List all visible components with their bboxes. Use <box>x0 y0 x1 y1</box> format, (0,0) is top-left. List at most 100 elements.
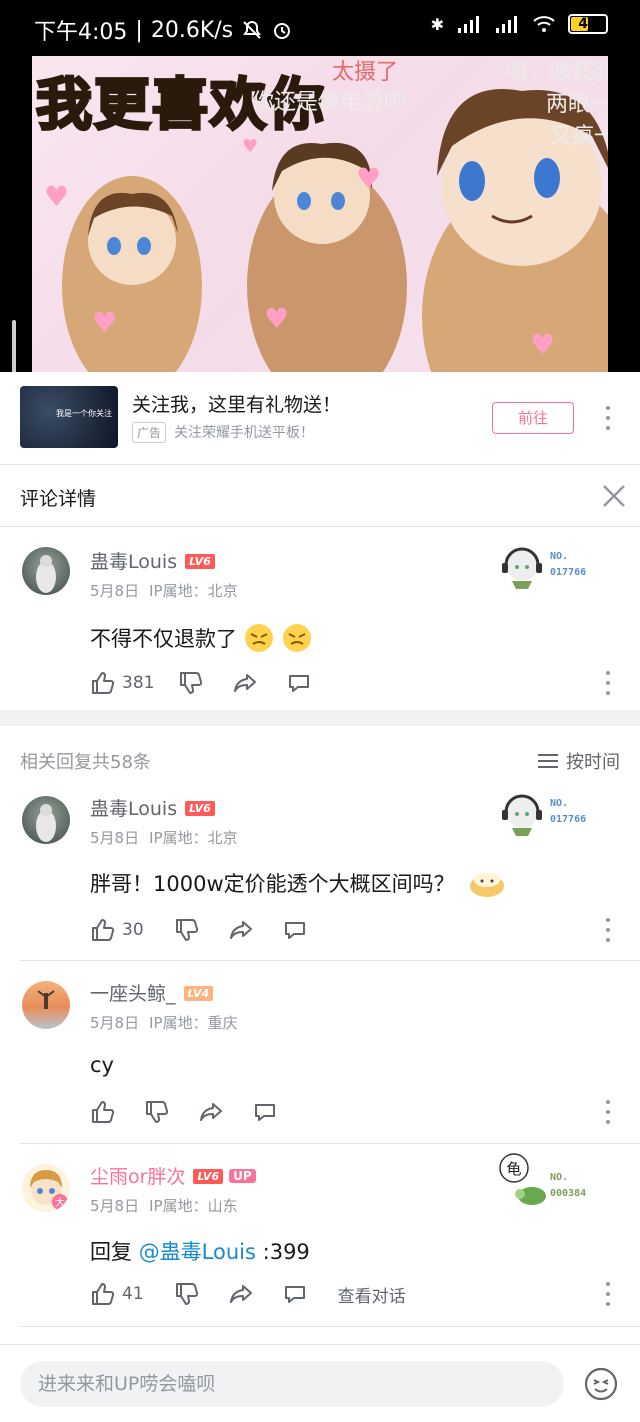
reply-button[interactable] <box>282 1281 308 1307</box>
thumbs-down-icon <box>146 1101 169 1123</box>
thumbs-down-icon <box>175 1283 198 1305</box>
main-comment: 蛊毒Louis LV6 5月8日 IP属地：北京 NO. 017766 不得不仅退款了… <box>0 527 640 710</box>
comment-input[interactable]: 进来来和UP唠会嗑呗 <box>20 1361 564 1407</box>
avatar[interactable] <box>22 796 70 844</box>
comment-meta: 5月8日 IP属地：北京 <box>90 827 238 848</box>
level-badge: LV4 <box>183 986 214 1001</box>
share-button[interactable] <box>198 1099 224 1125</box>
username[interactable]: 尘雨or胖次 LV6 UP <box>90 1162 256 1189</box>
heart-icon: ♥ <box>356 162 382 195</box>
video-player[interactable]: ♥ ♥ ♥ ♥ ♥ ♥ 我更喜欢你 太摄了 你还是做电源吧 噫，咳死我大 两眼一… <box>0 56 640 372</box>
danmaku: 你还是做电源吧 <box>252 90 407 115</box>
comment-more-icon[interactable] <box>603 918 613 942</box>
comment-content: 不得不仅退款了 <box>90 622 313 654</box>
avatar[interactable]: 大 <box>22 1164 70 1212</box>
svg-text:龟: 龟 <box>506 1160 521 1178</box>
thumbs-down-icon <box>175 919 198 941</box>
comment-meta: 5月8日 IP属地：山东 <box>90 1195 238 1216</box>
share-button[interactable] <box>232 670 258 696</box>
reply-button[interactable] <box>282 917 308 943</box>
battery-icon: 48 <box>568 14 608 34</box>
comment-more-icon[interactable] <box>603 1282 613 1306</box>
comment-meta: 5月8日 IP属地：北京 <box>90 580 238 601</box>
like-button[interactable]: 41 <box>90 1281 144 1307</box>
ad-go-button[interactable]: 前往 <box>492 402 574 434</box>
reply-item: 蛊毒Louis LV6 5月8日 IP属地：北京 NO. 017766 胖哥！1000… <box>0 776 640 960</box>
fan-badge[interactable]: 龟 NO. 000384 <box>498 1150 608 1205</box>
video-frame: ♥ ♥ ♥ ♥ ♥ ♥ 我更喜欢你 太摄了 你还是做电源吧 噫，咳死我大 两眼一… <box>32 56 608 372</box>
share-button[interactable] <box>228 1281 254 1307</box>
comment-bubble-icon <box>289 675 310 692</box>
sort-by-time-button[interactable]: 按时间 <box>538 748 620 774</box>
ip-location: IP属地：重庆 <box>149 1014 238 1032</box>
username[interactable]: 蛊毒Louis LV6 <box>90 547 215 574</box>
username[interactable]: 蛊毒Louis LV6 <box>90 794 215 821</box>
mention-link[interactable]: @蛊毒Louis <box>139 1240 256 1264</box>
status-left: 下午4:05 | 20.6K/s <box>34 14 293 46</box>
comment-input-bar: 进来来和UP唠会嗑呗 <box>0 1344 640 1422</box>
menu-lines-icon <box>538 754 558 768</box>
comment-detail-header: 评论详情 <box>0 466 640 526</box>
ad-thumbnail: 我是一个你关注 <box>20 386 118 448</box>
danmaku: 两眼一黑 <box>546 92 608 117</box>
share-icon <box>229 921 252 939</box>
ad-title: 关注我，这里有礼物送！ <box>132 394 342 416</box>
like-button[interactable]: 381 <box>90 670 154 696</box>
ip-location: IP属地：北京 <box>149 829 238 847</box>
ad-more-icon[interactable] <box>603 406 613 430</box>
ip-location: IP属地：北京 <box>149 582 238 600</box>
comment-date: 5月8日 <box>90 829 140 847</box>
thumbs-up-icon <box>92 672 115 694</box>
like-button[interactable]: 30 <box>90 917 144 943</box>
share-icon <box>234 674 257 692</box>
wifi-icon <box>533 16 555 32</box>
reply-item: 一座头鲸_ LV4 5月8日 IP属地：重庆 cy <box>0 961 640 1143</box>
comment-content: 回复 @蛊毒Louis :399 <box>90 1240 310 1264</box>
like-count: 41 <box>122 1284 144 1304</box>
ad-subtitle: 关注荣耀手机送平板！ <box>174 425 314 441</box>
fan-badge[interactable]: NO. 017766 <box>498 790 608 838</box>
fan-badge[interactable]: NO. 017766 <box>498 543 608 591</box>
comment-more-icon[interactable] <box>603 1100 613 1124</box>
alarm-icon <box>274 23 291 39</box>
comment-actions: 30 <box>90 916 308 944</box>
divider <box>20 1326 640 1327</box>
comment-date: 5月8日 <box>90 582 140 600</box>
close-icon[interactable] <box>600 482 628 510</box>
svg-text:大: 大 <box>55 1196 65 1209</box>
like-button[interactable] <box>90 1099 116 1125</box>
like-count: 381 <box>122 673 155 693</box>
reply-button[interactable] <box>286 670 312 696</box>
avatar[interactable] <box>22 547 70 595</box>
comment-date: 5月8日 <box>90 1197 140 1215</box>
status-right: ✱ 48 <box>431 14 608 34</box>
comment-content: 胖哥！1000w定价能透个大概区间吗？ <box>90 868 505 898</box>
like-count: 30 <box>122 920 144 940</box>
dislike-button[interactable] <box>178 670 204 696</box>
level-badge: LV6 <box>185 554 215 569</box>
avatar[interactable] <box>22 981 70 1029</box>
ad-banner[interactable]: 我是一个你关注 关注我，这里有礼物送！ 广告 关注荣耀手机送平板！ 前往 <box>0 372 640 464</box>
comment-more-icon[interactable] <box>603 671 613 695</box>
share-button[interactable] <box>228 917 254 943</box>
up-badge: UP <box>229 1169 256 1183</box>
thumbs-up-icon <box>92 1101 115 1123</box>
dislike-button[interactable] <box>174 1281 200 1307</box>
comment-actions: 381 <box>90 669 312 697</box>
username[interactable]: 一座头鲸_ LV4 <box>90 979 214 1006</box>
ad-tag: 广告 <box>132 422 167 443</box>
dislike-button[interactable] <box>144 1099 170 1125</box>
level-badge: LV6 <box>185 801 215 816</box>
ip-location: IP属地：山东 <box>149 1197 238 1215</box>
comment-actions: 41 查看对话 <box>90 1280 406 1308</box>
thumbs-down-icon <box>180 672 203 694</box>
signal-icon-1 <box>458 16 479 33</box>
reply-button[interactable] <box>252 1099 278 1125</box>
dislike-button[interactable] <box>174 917 200 943</box>
network-speed: 20.6K/s <box>150 17 234 43</box>
emoji-icon[interactable] <box>584 1367 618 1401</box>
view-conversation-link[interactable]: 查看对话 <box>338 1282 406 1307</box>
share-icon <box>229 1285 252 1303</box>
emoji-sticker-icon <box>283 624 311 652</box>
status-bar: 下午4:05 | 20.6K/s ✱ 48 <box>0 0 640 56</box>
